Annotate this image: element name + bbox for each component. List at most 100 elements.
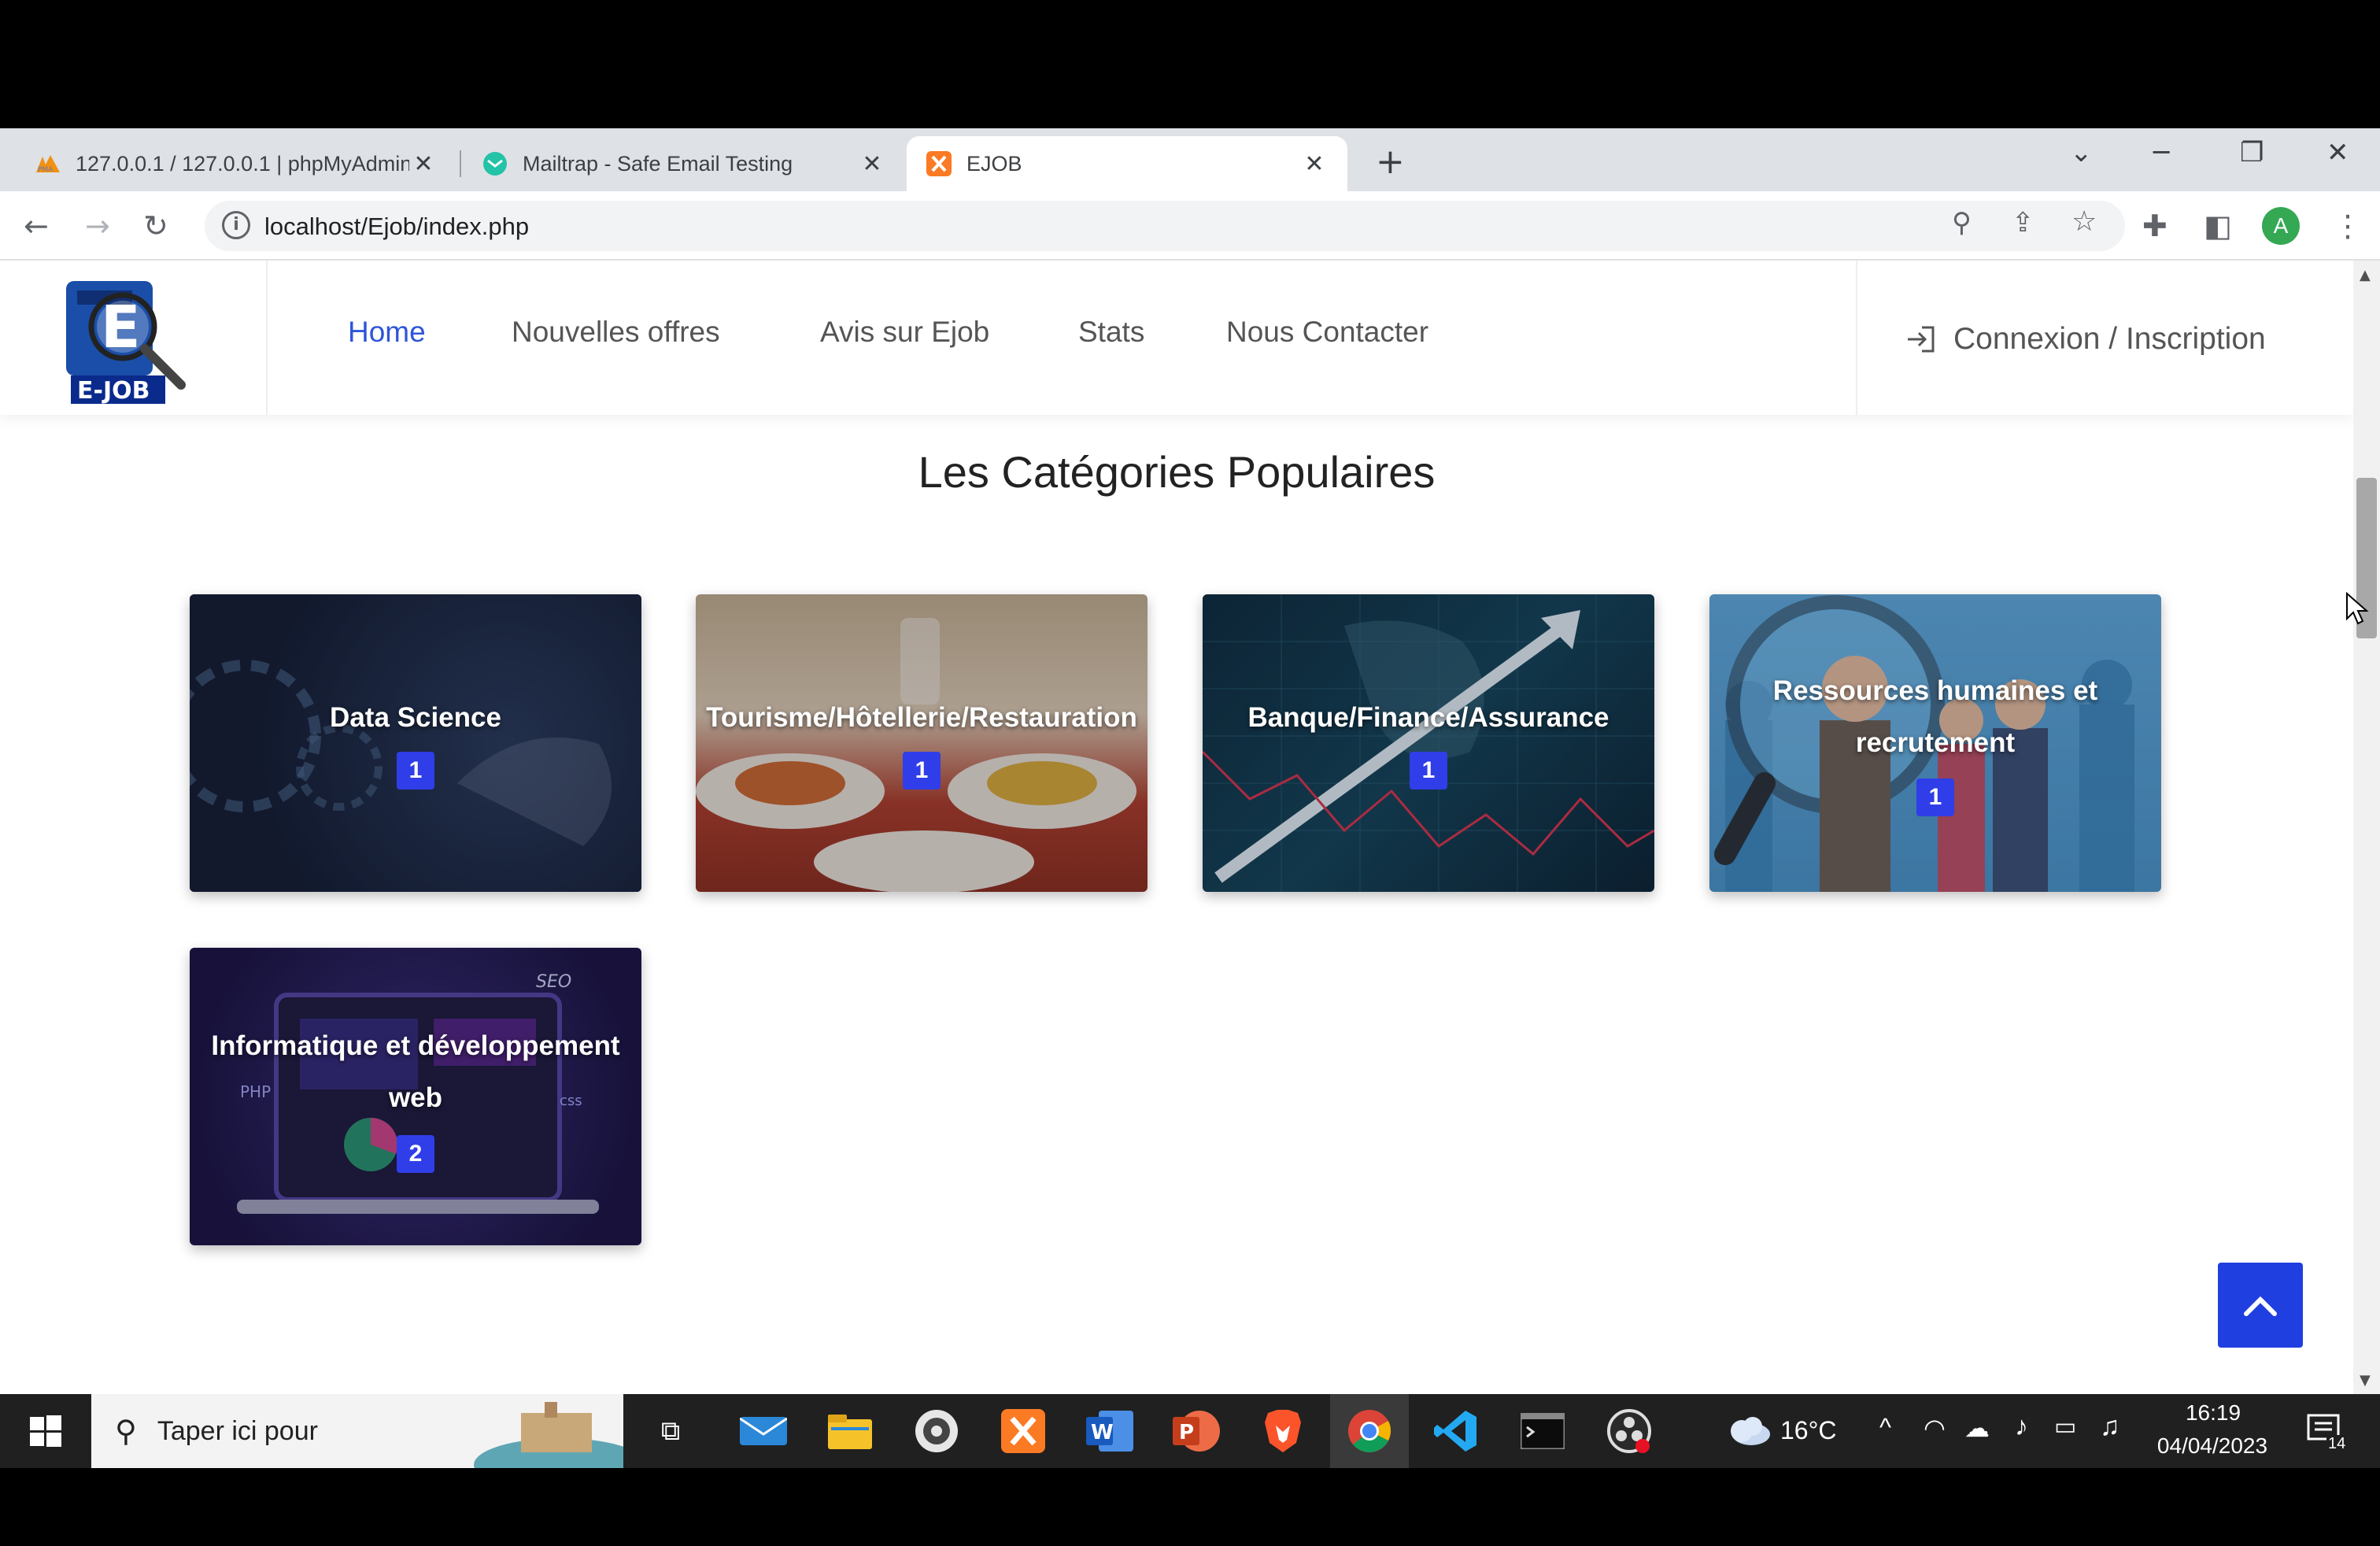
clock-date[interactable]: 04/04/2023 (2145, 1433, 2279, 1459)
back-to-top-button[interactable] (2218, 1263, 2303, 1348)
notifications-icon[interactable] (2301, 1394, 2349, 1468)
svg-text:P: P (1179, 1421, 1194, 1444)
ejob-logo[interactable]: E E-JOB (55, 275, 205, 409)
close-icon[interactable]: ✕ (409, 150, 438, 178)
section-title: Les Catégories Populaires (918, 447, 1436, 497)
category-card-tourisme[interactable]: Tourisme/Hôtellerie/Restauration 1 (696, 594, 1148, 892)
bookmark-star-icon[interactable]: ☆ (2071, 205, 2097, 238)
file-explorer-icon[interactable] (819, 1394, 881, 1468)
chrome-icon[interactable] (1330, 1394, 1409, 1468)
forward-icon[interactable]: → (85, 209, 110, 243)
onedrive-error-icon[interactable]: ☁ (1964, 1413, 1990, 1443)
category-name: Data Science (330, 702, 501, 733)
category-card-rh[interactable]: Ressources humaines et recrutement 1 (1709, 594, 2161, 892)
login-label: Connexion / Inscription (1953, 322, 2266, 356)
category-name: Banque/Finance/Assurance (1247, 702, 1609, 733)
scroll-down-arrow-icon[interactable]: ▼ (2360, 1372, 2371, 1389)
nav-stats[interactable]: Stats (1078, 316, 1144, 349)
tab-title: 127.0.0.1 / 127.0.0.1 | phpMyAdmin (76, 151, 409, 176)
notification-count: 14 (2326, 1435, 2348, 1453)
windows-taskbar: ⚲ Taper ici pour ⧉ W P 16°C ^ ◠ ☁ ♪ ▭ ♫ … (0, 1394, 2380, 1468)
tab-mailtrap[interactable]: Mailtrap - Safe Email Testing ✕ (463, 136, 905, 191)
login-link[interactable]: Connexion / Inscription (1905, 322, 2266, 357)
search-icon: ⚲ (115, 1415, 137, 1448)
windows-start-icon[interactable] (16, 1394, 76, 1468)
nav-avis[interactable]: Avis sur Ejob (820, 316, 989, 349)
terminal-icon[interactable] (1511, 1394, 1574, 1468)
microphone-icon[interactable]: ♪ (2015, 1411, 2028, 1442)
category-count-badge: 2 (397, 1135, 434, 1173)
back-icon[interactable]: ← (24, 209, 49, 243)
side-panel-icon[interactable]: ◧ (2204, 209, 2232, 243)
search-placeholder: Taper ici pour (157, 1415, 318, 1446)
login-icon (1908, 326, 1935, 353)
clock-time[interactable]: 16:19 (2166, 1400, 2260, 1426)
mail-app-icon[interactable] (732, 1394, 795, 1468)
tab-strip: PMA 127.0.0.1 / 127.0.0.1 | phpMyAdmin ✕… (0, 128, 2380, 191)
menu-icon[interactable]: ⋮ (2333, 209, 2363, 243)
svg-text:E: E (101, 294, 141, 361)
weather-cloud-icon[interactable] (1720, 1394, 1776, 1468)
close-window-icon[interactable]: ✕ (2326, 137, 2349, 168)
powerpoint-icon[interactable]: P (1165, 1394, 1228, 1468)
new-tab-button[interactable]: + (1376, 142, 1405, 182)
svg-text:W: W (1091, 1421, 1114, 1444)
weather-temperature[interactable]: 16°C (1780, 1416, 1837, 1445)
extensions-icon[interactable]: ✚ (2142, 209, 2168, 243)
nav-divider (266, 261, 268, 415)
tab-title: Mailtrap - Safe Email Testing (523, 151, 793, 176)
xampp-taskbar-icon[interactable] (992, 1394, 1055, 1468)
close-icon[interactable]: ✕ (858, 150, 886, 178)
browser-toolbar: ← → ↻ i localhost/Ejob/index.php ⚲ ⇪ ☆ ✚… (0, 191, 2380, 261)
address-bar[interactable]: i localhost/Ejob/index.php ⚲ ⇪ ☆ (205, 201, 2125, 251)
mailtrap-icon (482, 150, 508, 177)
category-count-badge: 1 (903, 752, 941, 790)
chevron-up-icon (2244, 1296, 2277, 1316)
category-card-informatique[interactable]: SEO PHP css Informatique et développemen… (190, 948, 641, 1245)
battery-icon[interactable]: ▭ (2054, 1413, 2076, 1441)
mouse-cursor-icon (2346, 592, 2369, 625)
tray-overflow-icon[interactable]: ^ (1879, 1413, 1891, 1442)
xampp-icon (926, 150, 952, 177)
category-count-badge: 1 (397, 752, 434, 790)
volume-muted-icon[interactable]: ♫ (2100, 1411, 2120, 1442)
tab-ejob[interactable]: EJOB ✕ (907, 136, 1347, 191)
svg-text:PMA: PMA (38, 166, 54, 174)
task-view-icon[interactable]: ⧉ (645, 1394, 696, 1468)
word-icon[interactable]: W (1078, 1394, 1141, 1468)
share-icon[interactable]: ⇪ (2012, 207, 2034, 239)
category-name: Ressources humaines et recrutement (1772, 675, 2098, 758)
reload-icon[interactable]: ↻ (143, 209, 168, 243)
location-icon[interactable]: ⚲ (1952, 207, 1972, 239)
category-card-data-science[interactable]: Data Science 1 (190, 594, 641, 892)
site-info-icon[interactable]: i (222, 211, 250, 239)
media-player-icon[interactable] (905, 1394, 968, 1468)
tab-phpmyadmin[interactable]: PMA 127.0.0.1 / 127.0.0.1 | phpMyAdmin ✕ (16, 136, 456, 191)
tab-separator (460, 150, 461, 177)
nav-home[interactable]: Home (348, 316, 426, 349)
vscode-icon[interactable] (1425, 1394, 1488, 1468)
scroll-up-arrow-icon[interactable]: ▲ (2360, 267, 2371, 283)
category-count-badge: 1 (1916, 779, 1954, 816)
search-highlight-image (474, 1402, 623, 1468)
close-icon[interactable]: ✕ (1300, 150, 1329, 178)
category-card-banque[interactable]: Banque/Finance/Assurance 1 (1203, 594, 1654, 892)
obs-recording-icon[interactable] (1598, 1394, 1661, 1468)
nav-nouvelles-offres[interactable]: Nouvelles offres (512, 316, 720, 349)
tab-search-icon[interactable]: ⌄ (2070, 137, 2093, 168)
brave-browser-icon[interactable] (1251, 1394, 1314, 1468)
tab-title: EJOB (966, 151, 1022, 176)
profile-avatar[interactable]: A (2262, 207, 2300, 245)
category-name: Tourisme/Hôtellerie/Restauration (706, 702, 1137, 733)
category-count-badge: 1 (1410, 752, 1447, 790)
nav-divider (1856, 261, 1857, 415)
category-name: Informatique et développement web (211, 1030, 620, 1113)
minimize-icon[interactable]: ─ (2153, 137, 2169, 168)
taskbar-search-box[interactable]: ⚲ Taper ici pour (91, 1394, 623, 1468)
restore-icon[interactable]: ❐ (2240, 137, 2264, 168)
phpmyadmin-icon: PMA (35, 150, 61, 177)
page-scrollbar[interactable]: ▲ ▼ (2353, 261, 2380, 1394)
nav-contact[interactable]: Nous Contacter (1226, 316, 1428, 349)
logo-text: E-JOB (77, 377, 150, 405)
wifi-icon[interactable]: ◠ (1924, 1413, 1946, 1443)
